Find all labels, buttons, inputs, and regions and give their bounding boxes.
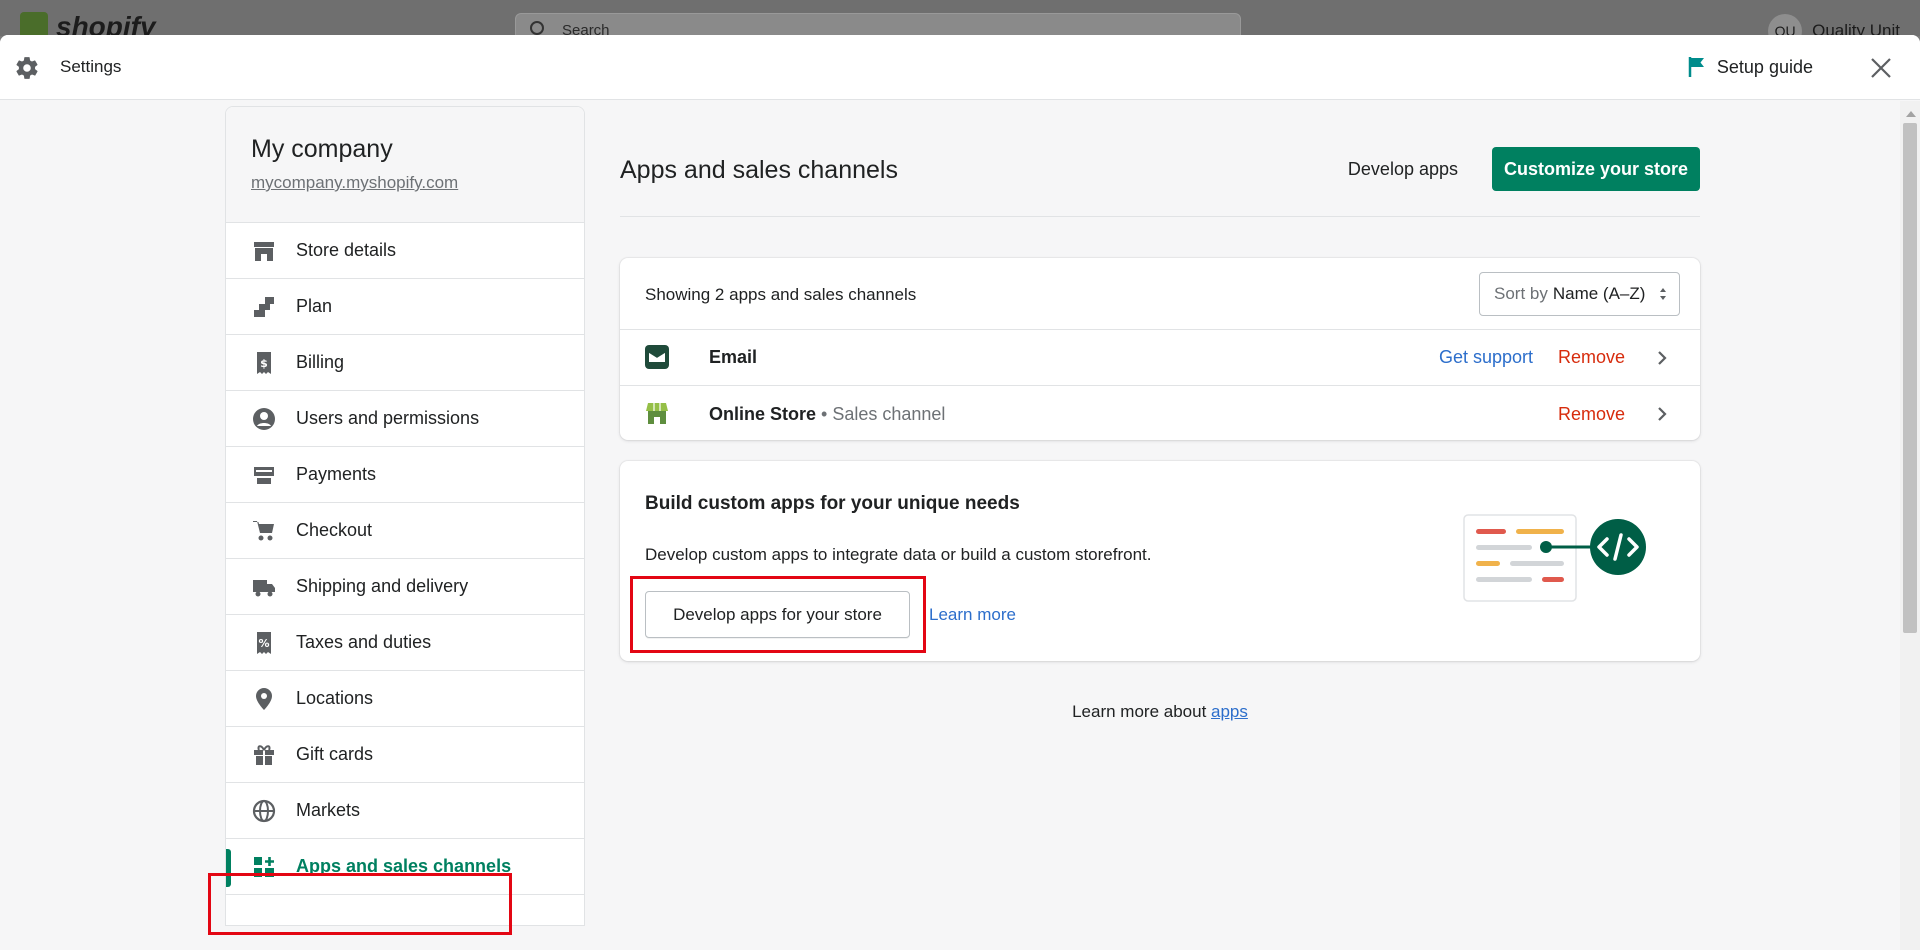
shopify-topbar: shopify Search QU Quality Unit [0,0,1920,48]
plan-icon [254,296,274,317]
store-icon [254,241,274,261]
page-title: Settings [60,57,122,76]
get-support-link[interactable]: Get support [1439,347,1533,368]
gift-icon [254,744,274,765]
sidebar-item-label: Users and permissions [296,408,480,428]
company-block: My company mycompany.myshopify.com [226,107,584,223]
apps-card: Showing 2 apps and sales channels Sort b… [620,258,1700,440]
sidebar-item-label: Billing [296,352,345,372]
sort-select[interactable]: Sort by Name (A–Z) [1479,272,1680,316]
sidebar-item-taxes[interactable]: % Taxes and duties [226,615,584,671]
sidebar-item-label: Payments [296,464,377,484]
chevron-right-icon[interactable] [1656,406,1668,422]
billing-icon: $ [257,351,271,374]
remove-button[interactable]: Remove [1558,347,1625,368]
footer-text: Learn more about [1072,702,1212,721]
setup-guide-button[interactable]: Setup guide [1687,56,1813,78]
sidebar-item-store-details[interactable]: Store details [226,223,584,279]
gear-icon [16,57,38,79]
section-title: Apps and sales channels [620,156,898,184]
payments-icon [254,466,274,484]
sidebar-item-markets[interactable]: Markets [226,783,584,839]
sidebar-item-apps[interactable]: Apps and sales channels [226,839,584,895]
customize-store-button[interactable]: Customize your store [1492,147,1700,191]
search-icon [530,21,544,35]
company-url-link[interactable]: mycompany.myshopify.com [251,173,559,193]
flag-icon [1688,57,1704,77]
apps-icon [254,856,274,877]
truck-icon [253,579,275,596]
sidebar-item-locations[interactable]: Locations [226,671,584,727]
sort-prefix: Sort by [1494,284,1548,303]
custom-apps-card: Build custom apps for your unique needs … [620,461,1700,661]
sort-value: Name (A–Z) [1552,284,1646,303]
apps-link[interactable]: apps [1211,702,1248,721]
user-icon [253,407,275,430]
modal-header: Settings Setup guide [0,35,1920,100]
settings-sidebar: My company mycompany.myshopify.com Store… [225,106,585,926]
code-illustration-icon [1463,514,1646,602]
footer-learn-more: Learn more about apps [620,702,1700,722]
select-arrows-icon [1660,288,1666,300]
sidebar-item-label: Locations [296,688,374,708]
sidebar-item-shipping[interactable]: Shipping and delivery [226,559,584,615]
online-store-icon [646,403,668,424]
sidebar-item-plan[interactable]: Plan [226,279,584,335]
email-icon [645,345,669,369]
sidebar-item-users[interactable]: Users and permissions [226,391,584,447]
app-subtitle: • Sales channel [816,403,946,424]
sidebar-item-label: Shipping and delivery [296,576,469,596]
app-name: Email [709,347,758,367]
sidebar-item-label: Plan [296,296,333,316]
chevron-right-icon[interactable] [1656,350,1668,366]
svg-text:%: % [258,637,269,650]
sidebar-item-label: Gift cards [296,744,374,764]
scroll-thumb[interactable] [1903,123,1917,633]
main-content: Apps and sales channels Develop apps Cus… [620,106,1700,722]
svg-text:$: $ [260,357,268,370]
tax-icon: % [257,631,271,654]
globe-icon [252,799,276,822]
scroll-up-arrow[interactable] [1906,111,1916,117]
custom-apps-title: Build custom apps for your unique needs [645,493,1020,514]
sidebar-item-gift-cards[interactable]: Gift cards [226,727,584,783]
learn-more-link[interactable]: Learn more [929,605,1016,625]
apps-card-header: Showing 2 apps and sales channels Sort b… [620,258,1700,330]
apps-count: Showing 2 apps and sales channels [645,285,917,304]
sidebar-item-checkout[interactable]: Checkout [226,503,584,559]
app-name-text: Online Store [709,403,817,424]
company-name: My company [251,135,393,163]
page-header: Apps and sales channels Develop apps Cus… [620,106,1700,217]
remove-button[interactable]: Remove [1558,404,1625,425]
close-icon[interactable] [1866,53,1896,83]
sidebar-item-label: Taxes and duties [296,632,432,652]
develop-apps-for-store-button[interactable]: Develop apps for your store [645,591,910,638]
app-row-email[interactable]: Email Get support Remove [620,330,1700,386]
scrollbar[interactable] [1900,101,1920,950]
app-name: Online Store • Sales channel [709,404,945,425]
location-icon [256,687,272,710]
cart-icon [253,520,274,540]
sidebar-item-label: Markets [296,800,361,820]
setup-guide-label: Setup guide [1716,56,1813,77]
app-row-online-store[interactable]: Online Store • Sales channel Remove [620,386,1700,442]
custom-apps-description: Develop custom apps to integrate data or… [645,545,1152,564]
sidebar-item-label: Checkout [296,520,373,540]
sidebar-item-label: Store details [296,240,397,260]
sidebar-item-label: Apps and sales channels [296,856,512,876]
sidebar-item-payments[interactable]: Payments [226,447,584,503]
develop-apps-button[interactable]: Develop apps [1348,159,1458,180]
sidebar-item-billing[interactable]: $ Billing [226,335,584,391]
